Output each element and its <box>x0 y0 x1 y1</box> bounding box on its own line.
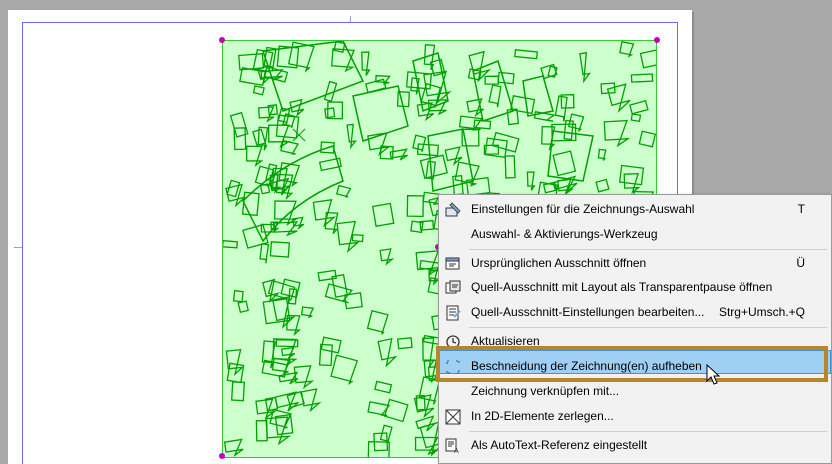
selection-handle-top-right[interactable] <box>654 37 660 43</box>
context-menu: Einstellungen für die Zeichnungs-Auswahl… <box>438 194 832 464</box>
menu-item-shortcut: Ü <box>796 256 805 270</box>
explode-icon <box>445 409 461 425</box>
view-settings-icon <box>446 305 461 321</box>
menu-item-open-as-trace[interactable]: Quell-Ausschnitt mit Layout als Transpar… <box>439 277 831 299</box>
menu-item-label: Als AutoText-Referenz eingestellt <box>471 438 648 452</box>
mouse-pointer-icon <box>706 364 721 385</box>
margin-frame-right <box>677 22 678 194</box>
trace-reference-icon <box>445 280 461 294</box>
menu-item-label: Ursprünglichen Ausschnitt öffnen <box>471 256 647 270</box>
menu-item-shortcut: T <box>797 202 805 216</box>
guide-tick-top <box>350 16 351 22</box>
menu-item-label: Einstellungen für die Zeichnungs-Auswahl <box>471 202 695 216</box>
menu-item-open-source-view[interactable]: Ursprünglichen Ausschnitt öffnen Ü <box>439 253 831 275</box>
highlight-callout-frame <box>436 346 828 382</box>
menu-item-label: Quell-Ausschnitt-Einstellungen bearbeite… <box>471 305 705 319</box>
menu-item-link-drawing[interactable]: Zeichnung verknüpfen mit... <box>439 381 831 403</box>
margin-frame-left <box>22 22 23 464</box>
menu-item-label: Zeichnung verknüpfen mit... <box>471 384 620 398</box>
menu-item-edit-source-view-settings[interactable]: Quell-Ausschnitt-Einstellungen bearbeite… <box>439 302 831 324</box>
autotext-icon: A <box>445 438 459 454</box>
menu-item-drawing-selection-settings[interactable]: Einstellungen für die Zeichnungs-Auswahl… <box>439 199 831 221</box>
guide-tick-left <box>14 247 22 248</box>
menu-item-selection-tool[interactable]: Auswahl- & Aktivierungs-Werkzeug <box>439 224 831 246</box>
menu-item-explode-to-2d[interactable]: In 2D-Elemente zerlegen... <box>439 406 831 428</box>
menu-item-label: Quell-Ausschnitt mit Layout als Transpar… <box>471 280 773 294</box>
open-view-icon <box>445 257 460 270</box>
svg-text:A: A <box>454 448 459 454</box>
menu-item-label: In 2D-Elemente zerlegen... <box>471 409 614 423</box>
margin-frame-top <box>22 22 678 23</box>
selection-handle-top-left[interactable] <box>219 37 225 43</box>
drawing-settings-icon <box>445 202 461 217</box>
menu-separator <box>469 327 827 328</box>
menu-separator <box>469 431 827 432</box>
menu-item-set-as-autotext-reference[interactable]: A Als AutoText-Referenz eingestellt <box>439 435 831 457</box>
menu-separator <box>469 249 827 250</box>
selection-handle-bottom-left[interactable] <box>219 453 225 459</box>
menu-item-label: Auswahl- & Aktivierungs-Werkzeug <box>471 227 658 241</box>
menu-item-shortcut: Strg+Umsch.+Q <box>718 305 805 319</box>
